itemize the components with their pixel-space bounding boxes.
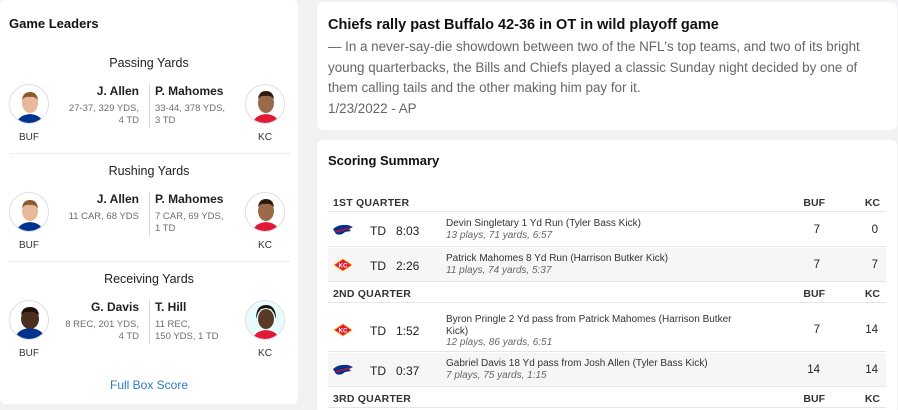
buf-score: 14 bbox=[807, 364, 820, 376]
player-name[interactable]: J. Allen bbox=[97, 192, 139, 206]
scoring-summary-card: Scoring Summary 1ST QUARTER BUF KC TD 8:… bbox=[317, 140, 897, 410]
quarter-header: 3RD QUARTER BUF KC bbox=[328, 388, 886, 408]
play-type: TD bbox=[370, 224, 386, 238]
player-stats: 8 REC, 201 YDS, 4 TD bbox=[65, 319, 139, 342]
player-stats: 11 REC, 150 YDS, 1 TD bbox=[155, 319, 219, 342]
play-description: Patrick Mahomes 8 Yd Run (Harrison Butke… bbox=[446, 253, 746, 276]
play-time: 8:03 bbox=[396, 224, 420, 238]
svg-text:KC: KC bbox=[339, 329, 348, 335]
drive-summary: 11 plays, 74 yards, 5:37 bbox=[446, 264, 552, 276]
team2-header: KC bbox=[864, 393, 880, 405]
team-abbr: BUF bbox=[19, 240, 39, 251]
full-box-score-link[interactable]: Full Box Score bbox=[0, 378, 298, 392]
chiefs-logo-icon: KC bbox=[332, 258, 354, 272]
team-abbr: KC bbox=[258, 348, 272, 359]
leader-section-receiving: Receiving Yards BUF G. Davis 8 REC, 201 … bbox=[9, 272, 289, 372]
quarter-label: 3RD QUARTER bbox=[333, 393, 412, 405]
section-divider bbox=[9, 153, 289, 154]
leader-section-passing: Passing Yards BUF J. Allen 27-37, 329 YD… bbox=[9, 56, 289, 156]
buf-score: 7 bbox=[813, 224, 820, 236]
news-card: Chiefs rally past Buffalo 42-36 in OT in… bbox=[317, 2, 897, 130]
section-divider bbox=[9, 261, 289, 262]
player-stats: 33-44, 378 YDS, 3 TD bbox=[155, 103, 226, 126]
play-time: 2:26 bbox=[396, 259, 420, 273]
kc-score: 14 bbox=[865, 324, 878, 336]
drive-summary: 12 plays, 86 yards, 6:51 bbox=[446, 337, 553, 348]
bills-logo-icon bbox=[332, 363, 354, 377]
player-name[interactable]: P. Mahomes bbox=[155, 84, 223, 98]
kc-score: 7 bbox=[871, 259, 878, 271]
quarter-label: 2ND QUARTER bbox=[333, 288, 412, 300]
player-stats: 7 CAR, 69 YDS, 1 TD bbox=[155, 211, 224, 234]
divider bbox=[149, 84, 150, 128]
play-time: 1:52 bbox=[396, 324, 420, 338]
quarter-header: 1ST QUARTER BUF KC bbox=[328, 192, 886, 212]
scoring-play-row: TD 0:37 Gabriel Davis 18 Yd pass from Jo… bbox=[328, 353, 886, 387]
player-stats: 11 CAR, 68 YDS bbox=[68, 211, 139, 222]
divider bbox=[149, 300, 150, 344]
player-stats: 27-37, 329 YDS, 4 TD bbox=[68, 103, 139, 126]
leader-category: Receiving Yards bbox=[104, 272, 194, 286]
quarter-label: 1ST QUARTER bbox=[333, 197, 410, 209]
kc-score: 0 bbox=[871, 224, 878, 236]
play-type: TD bbox=[370, 259, 386, 273]
play-description: Devin Singletary 1 Yd Run (Tyler Bass Ki… bbox=[446, 218, 746, 241]
leader-section-rushing: Rushing Yards BUF J. Allen 11 CAR, 68 YD… bbox=[9, 164, 289, 264]
team1-header: BUF bbox=[803, 197, 825, 209]
player-headshot-mahomes[interactable] bbox=[245, 84, 285, 124]
play-time: 0:37 bbox=[396, 364, 420, 378]
scoring-play-row: KC TD 1:52 Byron Pringle 2 Yd pass from … bbox=[328, 309, 886, 352]
svg-text:KC: KC bbox=[339, 264, 348, 270]
team1-header: BUF bbox=[803, 288, 825, 300]
play-type: TD bbox=[370, 364, 386, 378]
scoring-play-row: TD 8:03 Devin Singletary 1 Yd Run (Tyler… bbox=[328, 213, 886, 247]
leader-category: Passing Yards bbox=[109, 56, 189, 70]
team2-header: KC bbox=[864, 288, 880, 300]
buf-score: 7 bbox=[813, 324, 820, 336]
player-name[interactable]: P. Mahomes bbox=[155, 192, 223, 206]
quarter-header: 2ND QUARTER BUF KC bbox=[328, 283, 886, 303]
team-abbr: KC bbox=[258, 240, 272, 251]
drive-summary: 7 plays, 75 yards, 1:15 bbox=[446, 369, 547, 381]
game-leaders-title: Game Leaders bbox=[9, 16, 99, 31]
scoring-summary-title: Scoring Summary bbox=[328, 153, 440, 168]
drive-summary: 13 plays, 71 yards, 6:57 bbox=[446, 229, 553, 241]
player-name[interactable]: T. Hill bbox=[155, 300, 186, 314]
player-headshot-mahomes[interactable] bbox=[245, 192, 285, 232]
player-name[interactable]: G. Davis bbox=[91, 300, 139, 314]
player-headshot-allen[interactable] bbox=[9, 192, 49, 232]
news-headline[interactable]: Chiefs rally past Buffalo 42-36 in OT in… bbox=[328, 17, 719, 33]
player-headshot-hill[interactable] bbox=[245, 300, 285, 340]
player-headshot-davis[interactable] bbox=[9, 300, 49, 340]
team-abbr: KC bbox=[258, 132, 272, 143]
leader-category: Rushing Yards bbox=[108, 164, 190, 178]
player-headshot-allen[interactable] bbox=[9, 84, 49, 124]
buf-score: 7 bbox=[813, 259, 820, 271]
divider bbox=[149, 192, 150, 236]
team1-header: BUF bbox=[803, 393, 825, 405]
play-description: Byron Pringle 2 Yd pass from Patrick Mah… bbox=[446, 314, 746, 349]
news-body: — In a never-say-die showdown between tw… bbox=[328, 39, 860, 95]
team2-header: KC bbox=[864, 197, 880, 209]
game-leaders-card: Game Leaders Passing Yards BUF J. Allen … bbox=[0, 0, 298, 404]
team-abbr: BUF bbox=[19, 132, 39, 143]
player-name[interactable]: J. Allen bbox=[97, 84, 139, 98]
bills-logo-icon bbox=[332, 223, 354, 237]
chiefs-logo-icon: KC bbox=[332, 323, 354, 337]
play-type: TD bbox=[370, 324, 386, 338]
team-abbr: BUF bbox=[19, 348, 39, 359]
scoring-play-row: KC TD 2:26 Patrick Mahomes 8 Yd Run (Har… bbox=[328, 248, 886, 282]
news-date: 1/23/2022 - AP bbox=[328, 101, 417, 116]
play-description: Gabriel Davis 18 Yd pass from Josh Allen… bbox=[446, 358, 746, 381]
kc-score: 14 bbox=[865, 364, 878, 376]
